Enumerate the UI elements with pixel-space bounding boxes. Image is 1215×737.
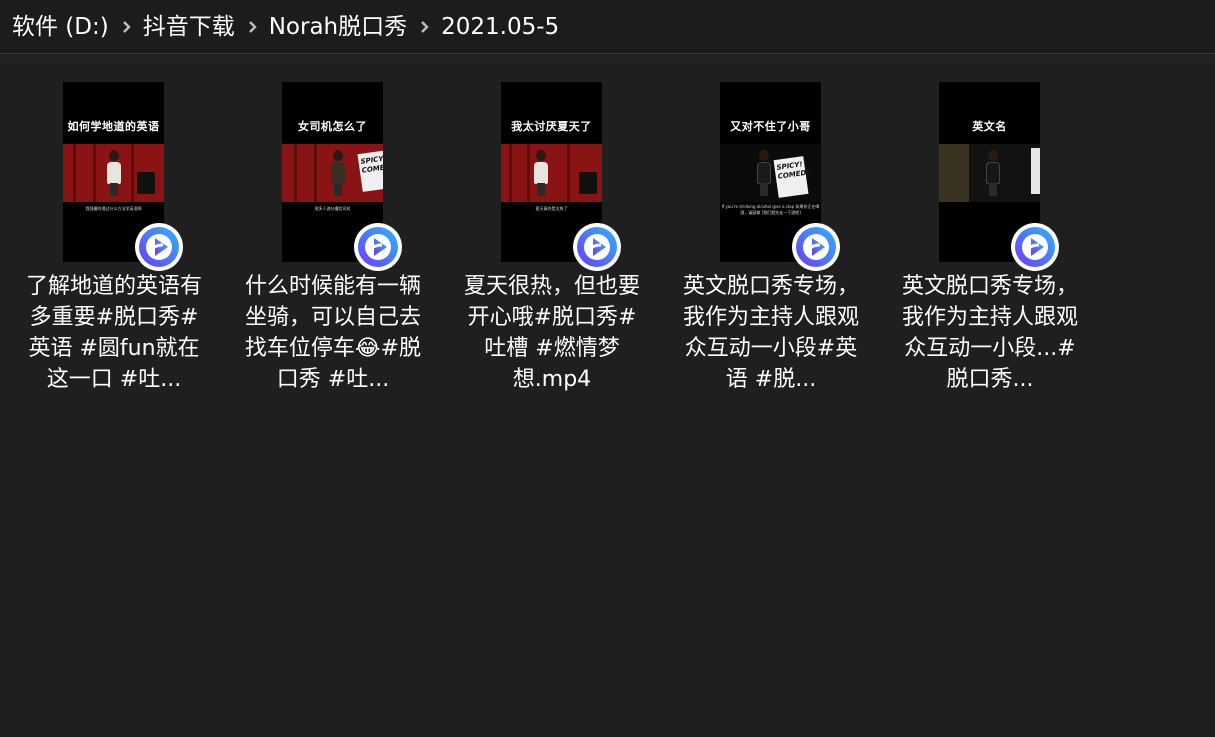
breadcrumb-folder-douyin[interactable]: 抖音下载 (143, 0, 235, 54)
file-item[interactable]: 英文名 英文脱口秀专场，我作为主持人跟观众互动一小段...#脱口秀... (886, 63, 1078, 393)
thumbnail-title: 如何学地道的英语 (67, 120, 160, 133)
breadcrumb-folder-norah[interactable]: Norah脱口秀 (269, 0, 407, 54)
thumbnail-caption: 夏天真的是太热了 (535, 206, 568, 211)
thumbnail-title: 女司机怎么了 (298, 120, 367, 133)
address-bar[interactable]: 软件 (D:) 抖音下载 Norah脱口秀 2021.05-5 (0, 0, 1215, 54)
comedy-sign: SPICY! COMEDY (357, 150, 383, 192)
file-name-label[interactable]: 什么时候能有一辆坐骑，可以自己去找车位停车😂#脱口秀 #吐... (241, 271, 425, 395)
thumbnail-stage (501, 144, 602, 202)
chair (137, 172, 155, 194)
file-item[interactable]: 又对不住了小哥 SPICY! COMEDY If you're drinking… (667, 63, 859, 393)
header-strip (0, 55, 1215, 63)
video-app-icon (792, 223, 840, 271)
thumbnail-stage: SPICY! COMEDY (720, 144, 821, 202)
video-app-icon (1011, 223, 1059, 271)
video-app-icon (573, 223, 621, 271)
file-name-label[interactable]: 英文脱口秀专场，我作为主持人跟观众互动一小段#英语 #脱... (679, 271, 863, 395)
chevron-right-icon[interactable] (122, 20, 131, 34)
breadcrumb-drive[interactable]: 软件 (D:) (12, 0, 109, 54)
thumbnail-stage: SPICY! COMEDY (282, 144, 383, 202)
thumbnail-title: 我太讨厌夏天了 (511, 120, 592, 133)
file-item[interactable]: 女司机怎么了 SPICY! COMEDY 很多人说吐槽女司机 什么时候能有一辆坐… (229, 63, 421, 393)
file-name-label[interactable]: 了解地道的英语有多重要#脱口秀#英语 #圆fun就在这一口 #吐... (22, 271, 206, 395)
thumbnail-caption: 我强最吹通过什么方法学英语啊 (85, 206, 142, 211)
chevron-right-icon[interactable] (420, 20, 429, 34)
file-name-label[interactable]: 夏天很热，但也要开心哦#脱口秀#吐槽 #燃情梦想.mp4 (460, 271, 644, 395)
performer (533, 150, 549, 196)
performer (106, 150, 122, 196)
thumbnail-caption: If you're drinking alcohol give a clap 如… (721, 204, 820, 215)
thumbnail-title: 英文名 (972, 120, 1007, 133)
breadcrumb-current-folder[interactable]: 2021.05-5 (441, 0, 559, 54)
file-item[interactable]: 如何学地道的英语 我强最吹通过什么方法学英语啊 了解地道的英语有多重要#脱口秀#… (10, 63, 202, 393)
file-name-label[interactable]: 英文脱口秀专场，我作为主持人跟观众互动一小段...#脱口秀... (898, 271, 1082, 395)
comedy-sign: SPICY! COMEDY (773, 156, 811, 198)
chair (579, 172, 597, 194)
thumbnail-caption: 很多人说吐槽女司机 (314, 206, 351, 211)
thumbnail-stage (63, 144, 164, 202)
performer (756, 150, 772, 196)
thumbnail-stage (939, 144, 1040, 202)
video-app-icon (135, 223, 183, 271)
thumbnail-title: 又对不住了小哥 (730, 120, 811, 133)
performer (330, 150, 346, 196)
chevron-right-icon[interactable] (248, 20, 257, 34)
file-item[interactable]: 我太讨厌夏天了 夏天真的是太热了 夏天很热，但也要开心哦#脱口秀#吐槽 #燃情梦… (448, 63, 640, 393)
video-app-icon (354, 223, 402, 271)
performer (985, 150, 1001, 196)
